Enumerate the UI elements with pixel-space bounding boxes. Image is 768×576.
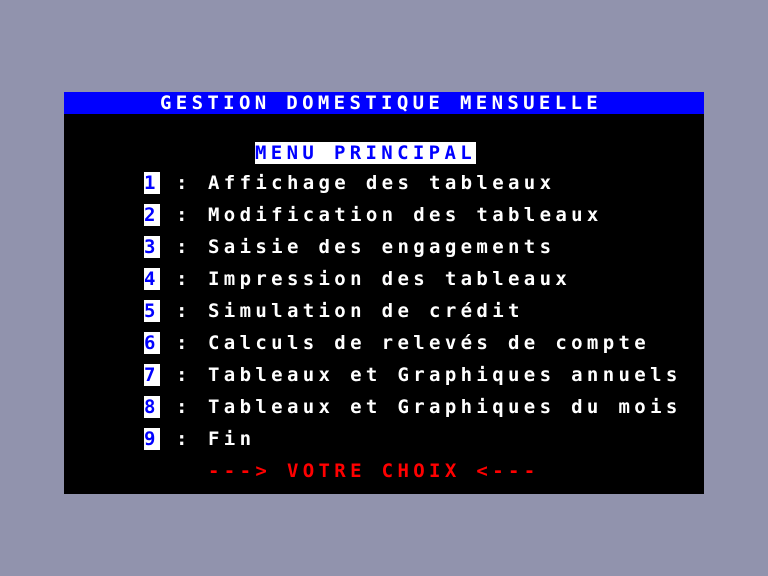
menu-item-7[interactable]: 7: Tableaux et Graphiques annuels	[64, 364, 704, 396]
menu-item-2[interactable]: 2: Modification des tableaux	[64, 204, 704, 236]
menu-item-key[interactable]: 9	[144, 428, 160, 450]
desktop-background: GESTION DOMESTIQUE MENSUELLE MENU PRINCI…	[0, 0, 768, 576]
menu-item-label: Impression des tableaux	[208, 268, 572, 290]
menu-item-4[interactable]: 4: Impression des tableaux	[64, 268, 704, 300]
menu-item-label: Fin	[208, 428, 256, 450]
menu-item-separator: :	[176, 300, 188, 322]
menu-item-separator: :	[176, 268, 188, 290]
choice-prompt[interactable]: ---> VOTRE CHOIX <---	[208, 460, 540, 482]
menu-item-6[interactable]: 6: Calculs de relevés de compte	[64, 332, 704, 364]
menu-item-separator: :	[176, 364, 188, 386]
menu-item-1[interactable]: 1: Affichage des tableaux	[64, 172, 704, 204]
menu-heading: MENU PRINCIPAL	[255, 142, 477, 164]
application-title: GESTION DOMESTIQUE MENSUELLE	[160, 92, 603, 114]
menu-item-label: Saisie des engagements	[208, 236, 556, 258]
menu-item-label: Affichage des tableaux	[208, 172, 556, 194]
menu-item-separator: :	[176, 428, 188, 450]
menu-item-key[interactable]: 1	[144, 172, 160, 194]
menu-item-key[interactable]: 2	[144, 204, 160, 226]
menu-item-separator: :	[176, 204, 188, 226]
menu-item-label: Modification des tableaux	[208, 204, 603, 226]
main-menu-list: 1: Affichage des tableaux 2: Modification d…	[64, 172, 704, 460]
menu-item-9[interactable]: 9: Fin	[64, 428, 704, 460]
menu-item-separator: :	[176, 396, 188, 418]
menu-item-label: Calculs de relevés de compte	[208, 332, 651, 354]
menu-item-key[interactable]: 8	[144, 396, 160, 418]
menu-item-separator: :	[176, 172, 188, 194]
menu-item-key[interactable]: 7	[144, 364, 160, 386]
menu-item-key[interactable]: 4	[144, 268, 160, 290]
menu-item-separator: :	[176, 236, 188, 258]
menu-item-5[interactable]: 5: Simulation de crédit	[64, 300, 704, 332]
menu-item-key[interactable]: 6	[144, 332, 160, 354]
menu-item-key[interactable]: 5	[144, 300, 160, 322]
menu-item-label: Tableaux et Graphiques annuels	[208, 364, 682, 386]
menu-item-key[interactable]: 3	[144, 236, 160, 258]
menu-item-separator: :	[176, 332, 188, 354]
crt-screen: GESTION DOMESTIQUE MENSUELLE MENU PRINCI…	[64, 92, 704, 494]
menu-item-label: Simulation de crédit	[208, 300, 524, 322]
menu-item-3[interactable]: 3: Saisie des engagements	[64, 236, 704, 268]
title-bar: GESTION DOMESTIQUE MENSUELLE	[64, 92, 704, 114]
menu-item-label: Tableaux et Graphiques du mois	[208, 396, 682, 418]
menu-item-8[interactable]: 8: Tableaux et Graphiques du mois	[64, 396, 704, 428]
